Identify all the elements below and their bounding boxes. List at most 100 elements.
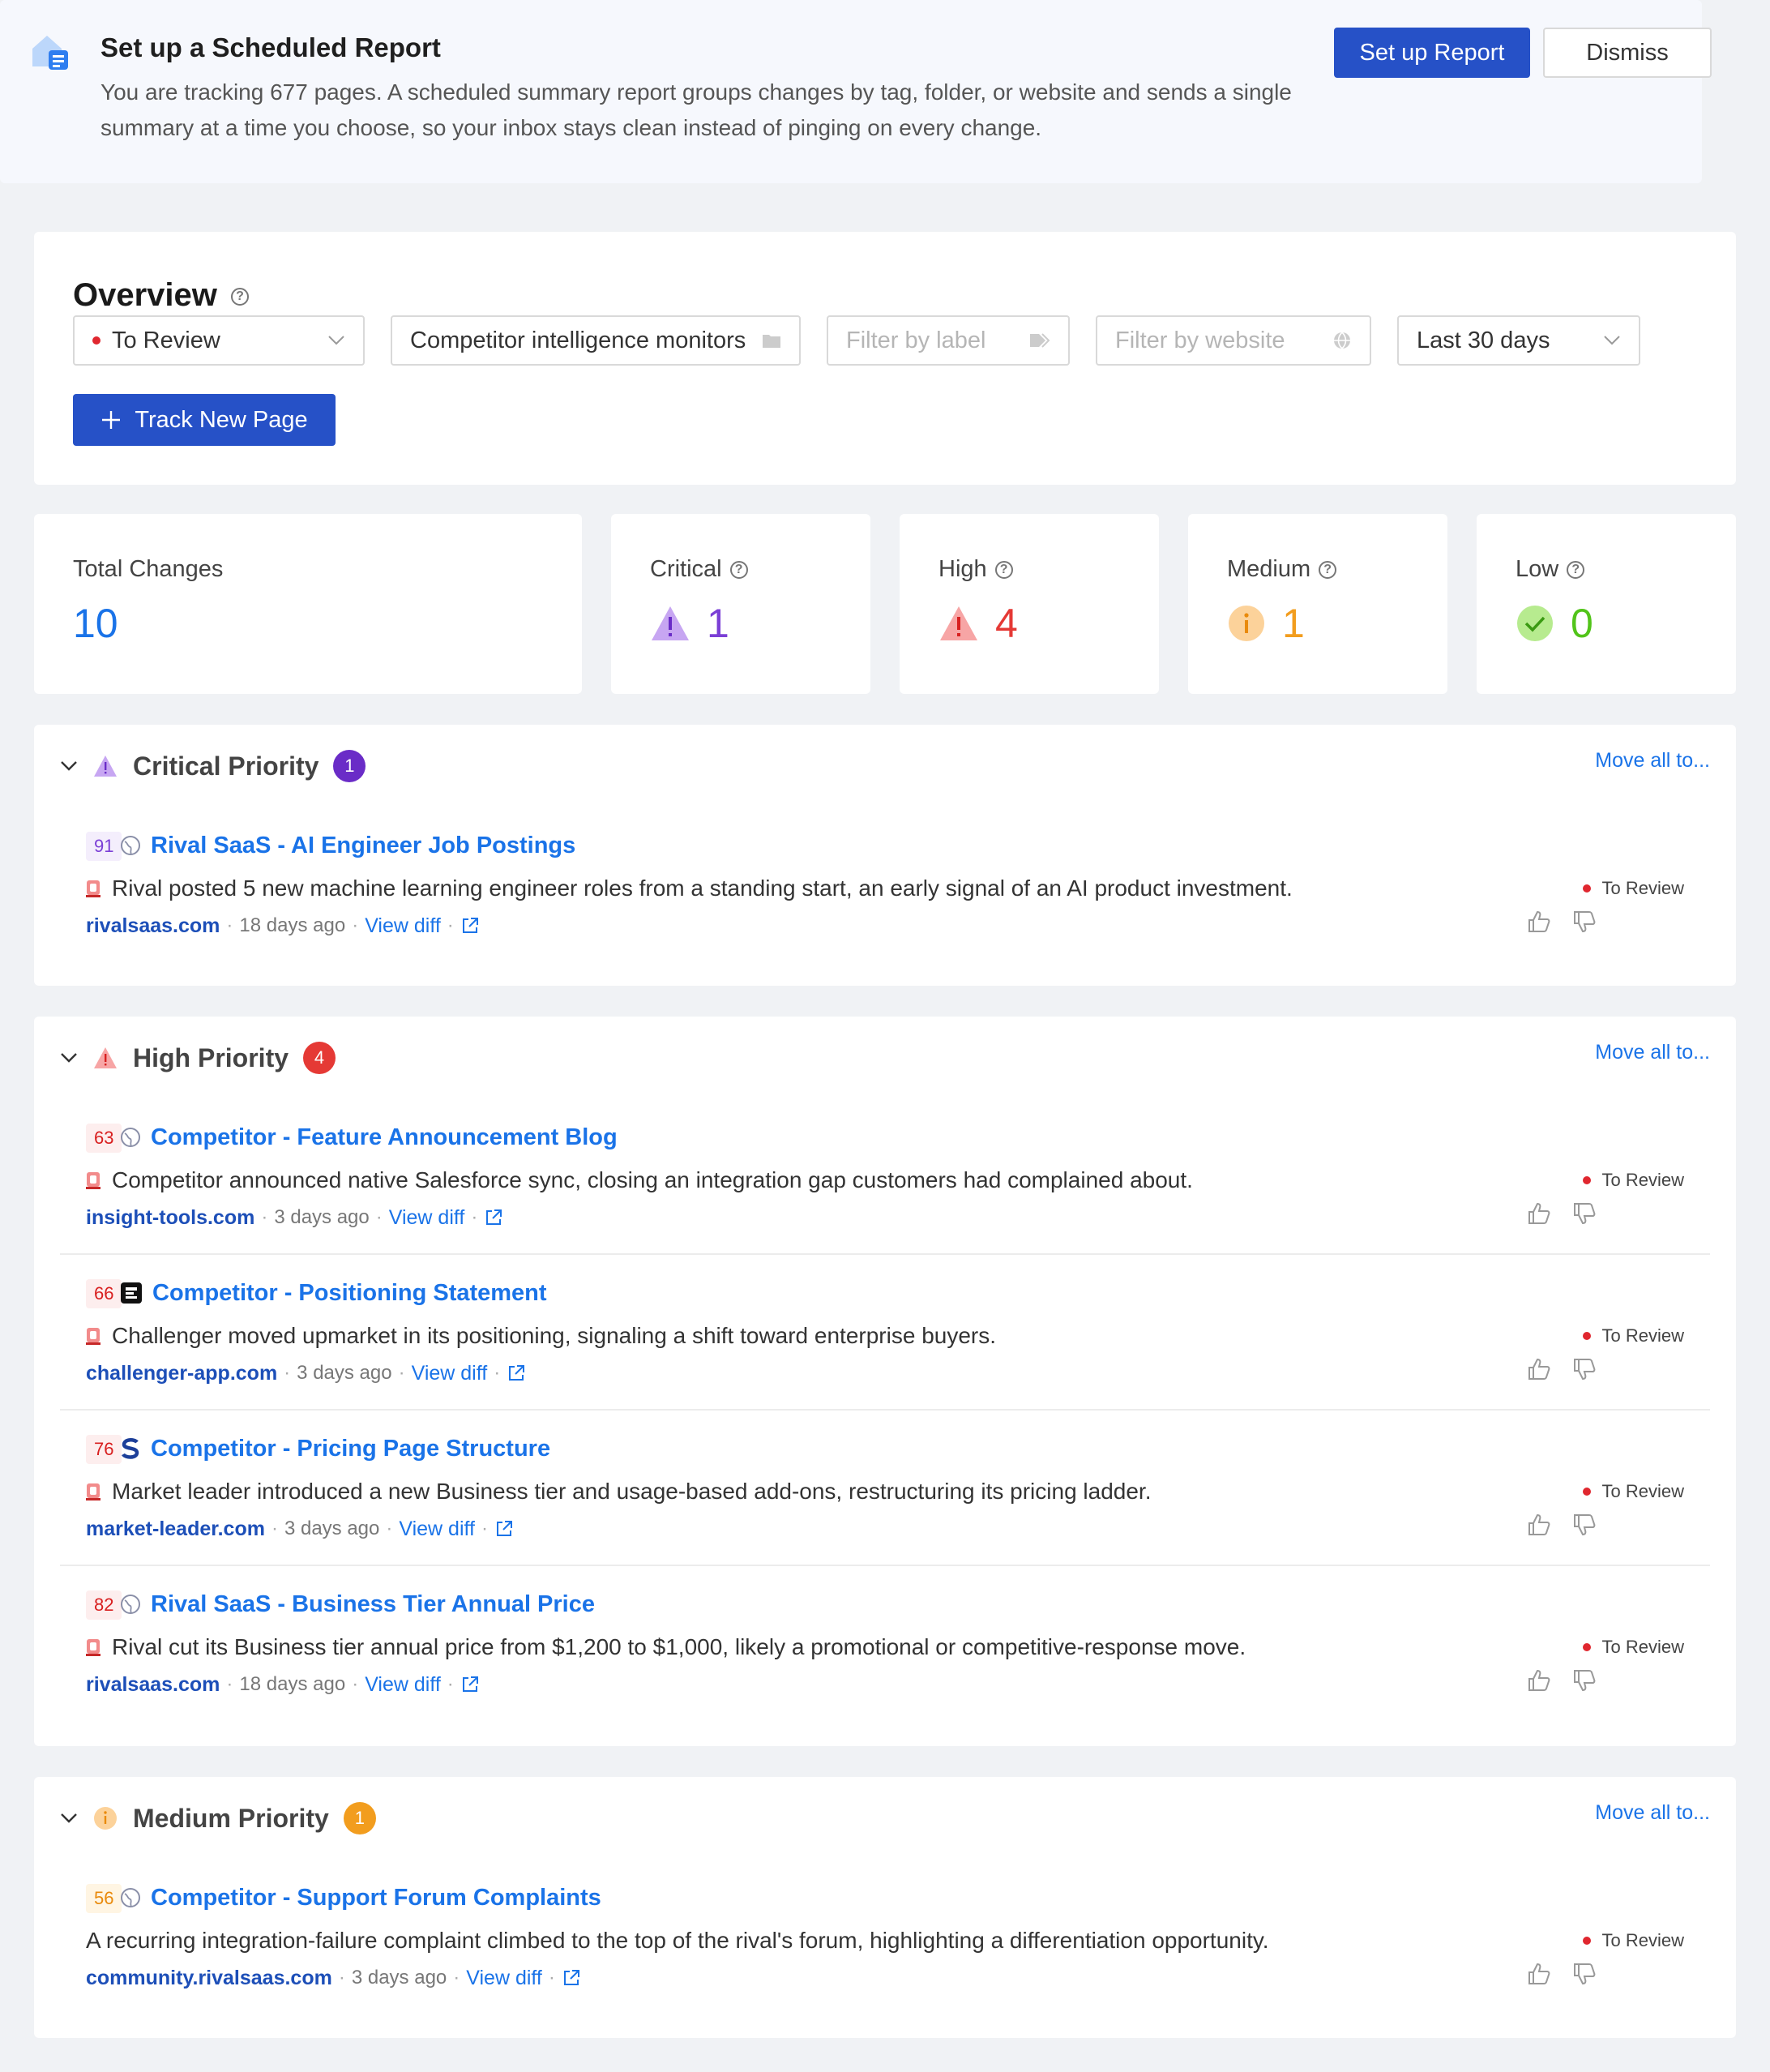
thumbs-up-icon[interactable] [1527, 910, 1551, 934]
status-dot-icon [1582, 1488, 1591, 1496]
stat-label: Critical [650, 556, 722, 582]
help-icon[interactable]: ? [994, 560, 1013, 579]
separator-dot: · [494, 1362, 501, 1384]
separator-dot: · [226, 1673, 233, 1695]
thumbs-up-icon[interactable] [1527, 1962, 1551, 1986]
stat-card-high[interactable]: High? 4 [900, 514, 1159, 694]
divider [60, 1565, 1710, 1566]
item-description-row: Challenger moved upmarket in its positio… [86, 1318, 996, 1354]
stat-label: Low [1516, 556, 1559, 582]
period-select[interactable]: Last 30 days [1397, 315, 1640, 366]
item-description-row: Rival cut its Business tier annual price… [86, 1629, 1246, 1665]
folder-select[interactable]: Competitor intelligence monitors [391, 315, 801, 366]
item-description: Rival cut its Business tier annual price… [112, 1634, 1246, 1659]
help-icon[interactable]: ? [231, 288, 250, 306]
view-diff-link[interactable]: View diff [412, 1362, 488, 1385]
section-header[interactable]: High Priority 4 [60, 1039, 336, 1077]
item-domain-link[interactable]: insight-tools.com [86, 1206, 254, 1230]
item-title-link[interactable]: Competitor - Positioning Statement [152, 1280, 547, 1307]
setup-report-button[interactable]: Set up Report [1334, 28, 1530, 78]
thumbs-down-icon[interactable] [1572, 1357, 1597, 1381]
view-diff-link[interactable]: View diff [365, 1673, 441, 1697]
overview-title-text: Overview [73, 277, 217, 313]
status-dot-icon [1582, 1176, 1591, 1184]
stat-label-row: Medium? [1227, 556, 1337, 583]
help-icon[interactable]: ? [1319, 560, 1337, 579]
thumbs-up-icon[interactable] [1527, 1357, 1551, 1381]
collapse-chevron-icon[interactable] [60, 760, 78, 772]
move-all-link[interactable]: Move all to... [1595, 1041, 1710, 1064]
item-age: 3 days ago [284, 1518, 380, 1539]
external-link-icon[interactable] [507, 1363, 526, 1383]
move-all-link[interactable]: Move all to... [1595, 749, 1710, 773]
help-icon[interactable]: ? [729, 560, 748, 579]
tag-icon [1030, 333, 1050, 348]
item-meta-row: rivalsaas.com · 18 days ago · View diff … [86, 1668, 480, 1701]
collapse-chevron-icon[interactable] [60, 1052, 78, 1064]
status-dot-icon [1582, 884, 1591, 893]
review-status[interactable]: To Review [1582, 1321, 1684, 1351]
high-warning-icon [940, 606, 977, 640]
view-diff-link[interactable]: View diff [365, 914, 441, 938]
section-header[interactable]: Medium Priority 1 [60, 1800, 376, 1837]
item-domain-link[interactable]: rivalsaas.com [86, 914, 220, 938]
external-link-icon[interactable] [460, 916, 480, 935]
external-link-icon[interactable] [494, 1519, 514, 1539]
external-link-icon[interactable] [484, 1208, 503, 1227]
external-link-icon[interactable] [460, 1675, 480, 1694]
dismiss-button[interactable]: Dismiss [1543, 28, 1712, 78]
item-title-link[interactable]: Rival SaaS - Business Tier Annual Price [151, 1591, 595, 1618]
review-status[interactable]: To Review [1582, 1926, 1684, 1955]
view-diff-link[interactable]: View diff [466, 1967, 542, 1990]
thumbs-down-icon[interactable] [1572, 1962, 1597, 1986]
separator-dot: · [261, 1206, 268, 1228]
item-description-row: A recurring integration-failure complain… [86, 1923, 1269, 1959]
item-domain-link[interactable]: rivalsaas.com [86, 1673, 220, 1697]
collapse-chevron-icon[interactable] [60, 1813, 78, 1824]
thumbs-down-icon[interactable] [1572, 1201, 1597, 1226]
overview-panel: Overview ? To Review Competitor intellig… [34, 232, 1736, 485]
separator-dot: · [398, 1362, 405, 1384]
divider [60, 1409, 1710, 1411]
item-domain-link[interactable]: market-leader.com [86, 1518, 265, 1541]
globe-icon [121, 1888, 140, 1907]
external-link-icon[interactable] [562, 1968, 581, 1988]
thumbs-up-icon[interactable] [1527, 1201, 1551, 1226]
help-icon[interactable]: ? [1567, 560, 1585, 579]
review-status[interactable]: To Review [1582, 1477, 1684, 1506]
stat-card-medium[interactable]: Medium? 1 [1188, 514, 1447, 694]
item-title-link[interactable]: Rival SaaS - AI Engineer Job Postings [151, 833, 575, 859]
score-badge: 82 [86, 1590, 122, 1620]
thumbs-up-icon[interactable] [1527, 1513, 1551, 1537]
review-status[interactable]: To Review [1582, 874, 1684, 903]
item-description: Rival posted 5 new machine learning engi… [112, 875, 1293, 901]
item-description-row: Competitor announced native Salesforce s… [86, 1162, 1193, 1198]
stat-card-total: Total Changes 10 [34, 514, 582, 694]
thumbs-up-icon[interactable] [1527, 1668, 1551, 1693]
status-select[interactable]: To Review [73, 315, 365, 366]
stat-label-row: Critical? [650, 556, 748, 583]
move-all-link[interactable]: Move all to... [1595, 1801, 1710, 1825]
review-status[interactable]: To Review [1582, 1633, 1684, 1662]
info-icon [1229, 606, 1264, 641]
thumbs-down-icon[interactable] [1572, 910, 1597, 934]
stat-card-critical[interactable]: Critical? 1 [611, 514, 870, 694]
item-domain-link[interactable]: community.rivalsaas.com [86, 1967, 332, 1990]
view-diff-link[interactable]: View diff [399, 1518, 475, 1541]
item-title-link[interactable]: Competitor - Pricing Page Structure [151, 1436, 550, 1462]
check-circle-icon [1517, 606, 1553, 641]
thumbs-down-icon[interactable] [1572, 1513, 1597, 1537]
track-new-page-button[interactable]: Track New Page [73, 394, 336, 446]
view-diff-link[interactable]: View diff [389, 1206, 465, 1230]
thumbs-down-icon[interactable] [1572, 1668, 1597, 1693]
label-filter-input[interactable]: Filter by label [827, 315, 1070, 366]
website-filter-input[interactable]: Filter by website [1096, 315, 1371, 366]
item-title-link[interactable]: Competitor - Feature Announcement Blog [151, 1124, 618, 1151]
review-status[interactable]: To Review [1582, 1166, 1684, 1195]
chevron-down-icon [328, 336, 344, 345]
review-status-label: To Review [1601, 1170, 1684, 1190]
item-domain-link[interactable]: challenger-app.com [86, 1362, 277, 1385]
item-title-link[interactable]: Competitor - Support Forum Complaints [151, 1885, 601, 1911]
section-header[interactable]: Critical Priority 1 [60, 747, 366, 785]
stat-card-low[interactable]: Low? 0 [1477, 514, 1736, 694]
